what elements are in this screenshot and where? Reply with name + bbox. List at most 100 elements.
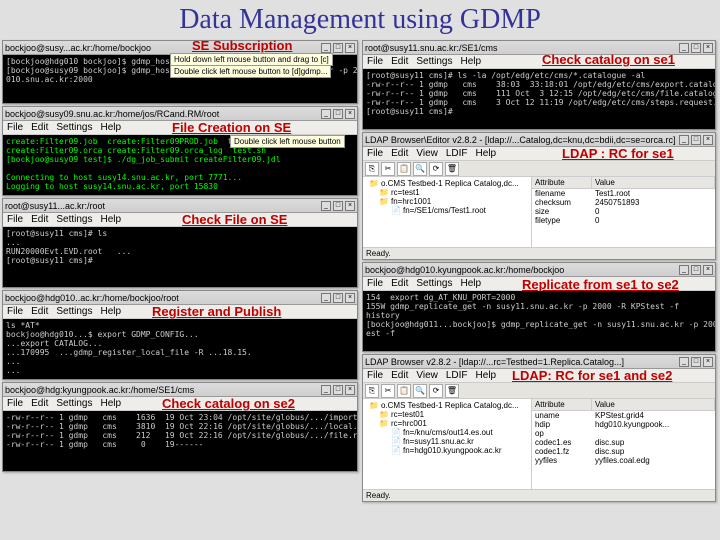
menu-settings[interactable]: Settings [416,278,452,289]
attr-name: uname [532,411,592,420]
menu-file[interactable]: File [7,214,23,225]
menu-file[interactable]: File [367,56,383,67]
menu-help[interactable]: Help [101,306,122,317]
minimize-button[interactable]: _ [321,293,331,303]
maximize-button[interactable]: □ [333,293,343,303]
tool-icon[interactable]: 🔍 [413,384,427,398]
tree-item[interactable]: rc=test1 [365,188,529,197]
close-button[interactable]: × [345,385,355,395]
tree-item[interactable]: fn=/knu/cms/out14.es.out [365,428,529,437]
close-button[interactable]: × [703,265,713,275]
tool-icon[interactable]: 📋 [397,162,411,176]
window-title: root@susy11...ac.kr:/root [5,201,321,211]
menu-help[interactable]: Help [461,278,482,289]
menu-help[interactable]: Help [461,56,482,67]
tree-item[interactable]: fn=hrc1001 [365,197,529,206]
menubar: File Edit View LDIF Help [363,147,715,161]
close-button[interactable]: × [345,43,355,53]
menu-edit[interactable]: Edit [391,370,408,381]
terminal-output: [root@susy11 cms]# ls -la /opt/edg/etc/c… [363,69,715,129]
menu-file[interactable]: File [7,122,23,133]
attr-value: 2450751893 [592,198,715,207]
menu-help[interactable]: Help [101,214,122,225]
minimize-button[interactable]: _ [321,43,331,53]
menu-help[interactable]: Help [101,122,122,133]
maximize-button[interactable]: □ [333,385,343,395]
minimize-button[interactable]: _ [679,265,689,275]
menu-edit[interactable]: Edit [31,122,48,133]
menu-help[interactable]: Help [476,148,497,159]
tool-icon[interactable]: ⟳ [429,162,443,176]
close-button[interactable]: × [703,357,713,367]
maximize-button[interactable]: □ [691,265,701,275]
maximize-button[interactable]: □ [691,357,701,367]
menu-edit[interactable]: Edit [391,148,408,159]
attr-value: disc.sup [592,438,715,447]
menu-view[interactable]: View [416,148,438,159]
menu-file[interactable]: File [7,398,23,409]
maximize-button[interactable]: □ [333,43,343,53]
menu-edit[interactable]: Edit [31,214,48,225]
menu-settings[interactable]: Settings [56,122,92,133]
menu-file[interactable]: File [7,306,23,317]
menu-ldif[interactable]: LDIF [446,370,468,381]
tooltip: Double click left mouse button [230,135,345,148]
maximize-button[interactable]: □ [333,201,343,211]
close-button[interactable]: × [345,293,355,303]
attr-value: 0 [592,216,715,225]
tree-root[interactable]: o.CMS Testbed-1 Replica Catalog,dc... [365,179,529,188]
maximize-button[interactable]: □ [691,135,701,145]
tree-item[interactable]: rc=test01 [365,410,529,419]
window-title: root@susy11.snu.ac.kr:/SE1/cms [365,43,679,53]
attr-value: disc.sup [592,447,715,456]
ldap-tree[interactable]: o.CMS Testbed-1 Replica Catalog,dc... rc… [363,399,532,489]
tree-item[interactable]: fn=/SE1/cms/Test1.root [365,206,529,215]
close-button[interactable]: × [345,109,355,119]
minimize-button[interactable]: _ [679,357,689,367]
minimize-button[interactable]: _ [679,135,689,145]
minimize-button[interactable]: _ [321,201,331,211]
menu-file[interactable]: File [367,278,383,289]
menu-edit[interactable]: Edit [391,278,408,289]
menu-ldif[interactable]: LDIF [446,148,468,159]
tree-item[interactable]: fn=susy11.snu.ac.kr [365,437,529,446]
menu-edit[interactable]: Edit [31,306,48,317]
tool-icon[interactable]: 🗑 [445,162,459,176]
titlebar: root@susy11...ac.kr:/root _ □ × [3,199,357,213]
close-button[interactable]: × [703,135,713,145]
tool-icon[interactable]: ✂ [381,162,395,176]
tool-icon[interactable]: 🔍 [413,162,427,176]
tool-icon[interactable]: 📋 [397,384,411,398]
tool-icon[interactable]: ⎘ [365,162,379,176]
menubar: File Edit View LDIF Help [363,369,715,383]
menu-settings[interactable]: Settings [56,398,92,409]
tool-icon[interactable]: ⟳ [429,384,443,398]
close-button[interactable]: × [345,201,355,211]
close-button[interactable]: × [703,43,713,53]
tool-icon[interactable]: ✂ [381,384,395,398]
minimize-button[interactable]: _ [321,109,331,119]
tool-icon[interactable]: 🗑 [445,384,459,398]
maximize-button[interactable]: □ [333,109,343,119]
minimize-button[interactable]: _ [321,385,331,395]
menu-edit[interactable]: Edit [391,56,408,67]
menu-help[interactable]: Help [101,398,122,409]
menu-file[interactable]: File [367,148,383,159]
menu-settings[interactable]: Settings [56,306,92,317]
tree-root[interactable]: o.CMS Testbed-1 Replica Catalog,dc... [365,401,529,410]
attr-value: KPStest.grid4 [592,411,715,420]
minimize-button[interactable]: _ [679,43,689,53]
tree-item[interactable]: rc=hrc001 [365,419,529,428]
menu-edit[interactable]: Edit [31,398,48,409]
menu-settings[interactable]: Settings [416,56,452,67]
menu-help[interactable]: Help [476,370,497,381]
maximize-button[interactable]: □ [691,43,701,53]
tree-item[interactable]: fn=hdg010.kyungpook.ac.kr [365,446,529,455]
menu-view[interactable]: View [416,370,438,381]
tool-icon[interactable]: ⎘ [365,384,379,398]
attr-name: filename [532,189,592,198]
titlebar: LDAP Browser\Editor v2.8.2 - [ldap://...… [363,133,715,147]
menu-file[interactable]: File [367,370,383,381]
menu-settings[interactable]: Settings [56,214,92,225]
ldap-tree[interactable]: o.CMS Testbed-1 Replica Catalog,dc... rc… [363,177,532,247]
